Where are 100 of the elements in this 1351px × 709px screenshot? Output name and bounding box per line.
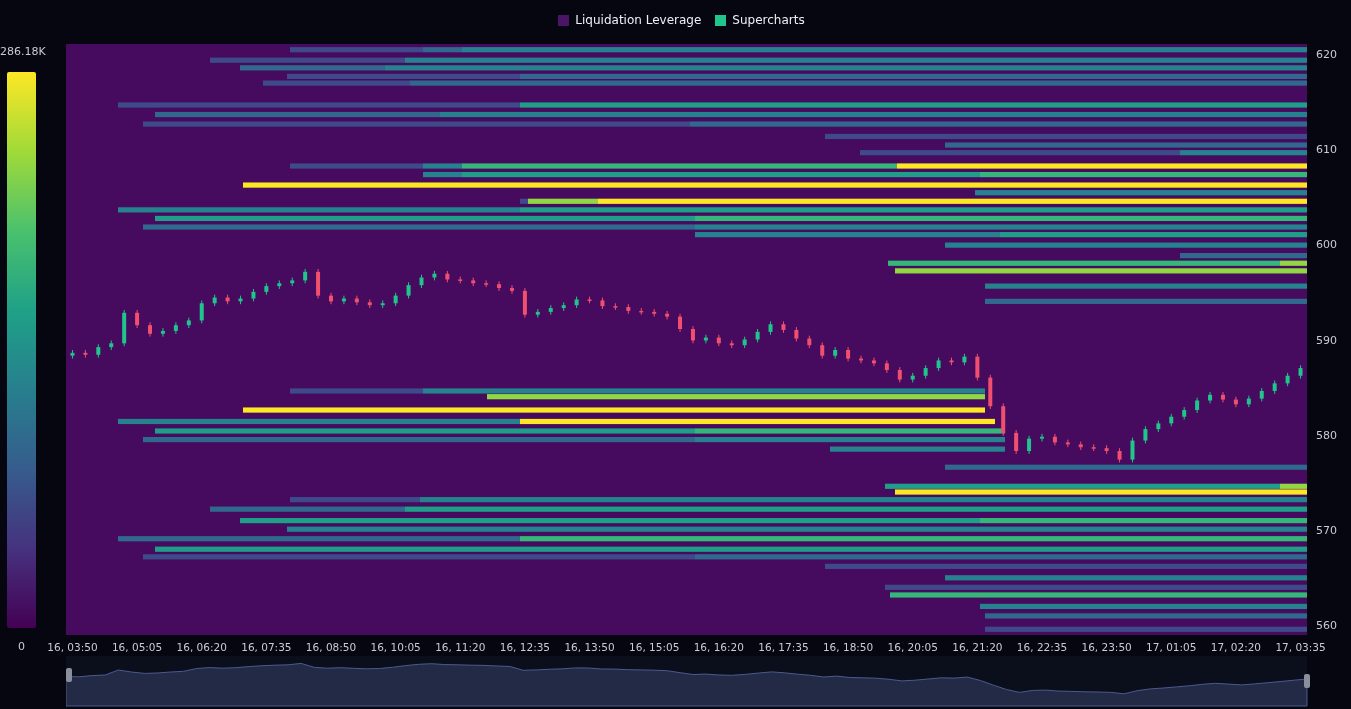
candlestick <box>600 297 605 310</box>
candlestick <box>846 346 851 362</box>
candlestick <box>212 294 217 307</box>
candlestick <box>975 353 980 381</box>
candlestick <box>1104 444 1109 455</box>
axis-label: 16, 15:05 <box>629 641 680 653</box>
candlestick <box>820 341 825 360</box>
candlestick <box>561 301 566 312</box>
candlestick <box>833 346 838 360</box>
candlestick <box>432 270 437 281</box>
candlestick <box>135 309 140 329</box>
candlestick <box>1220 391 1225 403</box>
candlestick <box>859 355 863 364</box>
candlestick <box>1208 391 1213 404</box>
candlestick <box>316 268 321 299</box>
candlestick <box>109 339 114 351</box>
range-handle[interactable] <box>66 668 72 682</box>
candlestick <box>1246 395 1251 408</box>
axis-label: 570 <box>1316 524 1337 538</box>
candlestick <box>173 321 178 335</box>
candlestick <box>871 357 876 367</box>
candlestick <box>1285 372 1290 387</box>
candlestick <box>510 284 514 295</box>
axis-label: 16, 18:50 <box>822 641 874 653</box>
axis-label: 16, 10:05 <box>370 641 421 653</box>
axis-label: 16, 07:35 <box>241 641 292 653</box>
candlestick <box>910 372 915 383</box>
candlestick <box>742 336 747 349</box>
candlestick <box>96 343 101 359</box>
axis-label: 16, 06:20 <box>176 641 227 653</box>
candlestick <box>393 292 398 307</box>
candlestick <box>988 374 993 410</box>
candlestick <box>160 327 165 338</box>
axis-label: 17, 03:35 <box>1275 641 1326 653</box>
candlestick <box>406 281 411 299</box>
candlestick <box>716 334 721 347</box>
axis-label: 16, 23:50 <box>1081 641 1132 653</box>
axis-label: 580 <box>1316 428 1337 442</box>
axis-label: 590 <box>1316 333 1337 347</box>
candlestick <box>690 325 695 344</box>
candlestick <box>755 328 760 343</box>
candlestick <box>884 359 889 374</box>
candlestick <box>277 279 282 290</box>
axis-label: 610 <box>1316 142 1337 156</box>
candlestick <box>186 317 191 329</box>
candlestick <box>329 292 333 305</box>
candlestick <box>367 298 372 309</box>
axis-label: 16, 17:35 <box>758 641 809 653</box>
axis-label: 16, 22:35 <box>1016 641 1068 653</box>
candlestick <box>1091 443 1096 452</box>
candlestick <box>341 295 346 305</box>
candlestick <box>445 270 450 283</box>
axis-label: 16, 20:05 <box>887 641 938 653</box>
axis-label: 16, 13:50 <box>564 641 615 653</box>
candlestick <box>225 294 230 305</box>
axis-label: 16, 08:50 <box>305 641 357 653</box>
scale-min-label: 0 <box>17 640 26 654</box>
candlestick <box>380 299 385 309</box>
candlestick <box>1130 437 1135 463</box>
candlestick <box>290 277 295 287</box>
candlestick <box>1272 380 1277 395</box>
candlestick <box>199 299 204 324</box>
candlestick <box>587 296 592 304</box>
candlestick <box>703 334 708 344</box>
candlestick <box>1027 435 1032 455</box>
axis-label: 16, 16:20 <box>693 641 744 653</box>
candlestick <box>1233 396 1238 408</box>
candlestick <box>1040 433 1044 442</box>
candlestick <box>678 313 683 333</box>
candlestick <box>497 280 502 292</box>
candlestick <box>1195 397 1200 414</box>
axis-label: 16, 11:20 <box>435 641 486 653</box>
legend-label[interactable]: Liquidation Leverage <box>575 13 702 27</box>
candlestick <box>1052 433 1057 446</box>
range-handle[interactable] <box>1304 674 1310 688</box>
candlestick <box>484 279 489 288</box>
candlestick <box>962 353 967 366</box>
candlestick <box>354 295 359 306</box>
candlestick <box>522 287 527 319</box>
candlestick <box>729 339 734 349</box>
candlestick <box>122 309 127 347</box>
scale-max-label: 286.18K <box>0 45 46 59</box>
axis-label: 17, 02:20 <box>1210 641 1262 653</box>
candlestick <box>1078 441 1083 451</box>
candlestick <box>148 321 153 338</box>
axis-label: 16, 05:05 <box>111 641 163 653</box>
axis-label: 560 <box>1316 619 1337 633</box>
candlestick <box>264 282 269 296</box>
candlestick <box>419 274 424 289</box>
candlestick <box>303 268 308 284</box>
candlestick <box>897 366 902 383</box>
candlestick <box>471 277 476 287</box>
candlestick <box>1001 402 1006 437</box>
candlestick <box>1169 413 1174 427</box>
axis-label: 16, 21:20 <box>952 641 1003 653</box>
candlestick <box>238 295 243 305</box>
candlestick <box>807 335 812 349</box>
legend-label[interactable]: Supercharts <box>732 13 805 27</box>
candlestick <box>70 349 75 360</box>
candlestick <box>458 276 463 284</box>
